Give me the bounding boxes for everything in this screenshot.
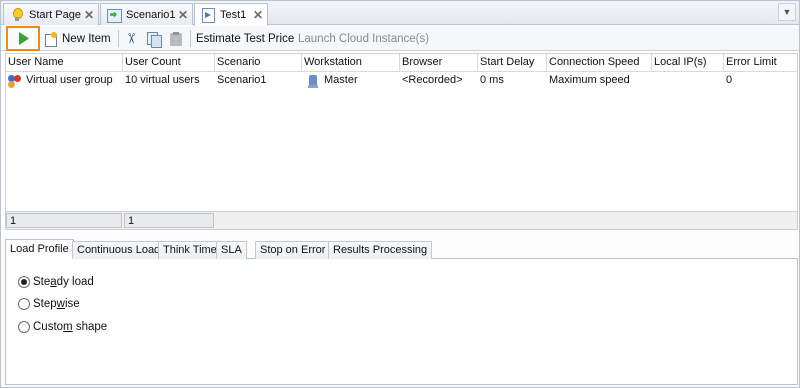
- load-profile-panel: Steady load Stepwise Custom shape: [5, 259, 798, 385]
- tab-label: Test1: [220, 9, 247, 21]
- close-icon[interactable]: ✕: [84, 8, 94, 22]
- tab-continuous-load[interactable]: Continuous Load: [72, 241, 166, 259]
- steady-load-label: Steady load: [33, 276, 94, 288]
- new-item-icon: [44, 32, 58, 47]
- browser-cell[interactable]: <Recorded>: [400, 72, 463, 89]
- column-header[interactable]: User Count: [123, 54, 215, 72]
- test-icon: [201, 8, 215, 23]
- copy-icon: [147, 32, 162, 48]
- stepwise-label: Stepwise: [33, 298, 80, 310]
- toolbar-separator: [118, 30, 119, 47]
- workstation-icon: [306, 74, 320, 88]
- workstation-cell[interactable]: Master: [304, 72, 358, 89]
- connection-speed-cell[interactable]: Maximum speed: [547, 72, 630, 89]
- estimate-test-price-button[interactable]: Estimate Test Price: [196, 30, 294, 48]
- scenario-icon: [107, 8, 122, 23]
- launch-cloud-instance-button[interactable]: Launch Cloud Instance(s): [298, 30, 429, 48]
- table-row[interactable]: Virtual user group 10 virtual users Scen…: [6, 72, 797, 89]
- error-limit-cell[interactable]: 0: [724, 72, 732, 89]
- new-item-button[interactable]: New Item: [44, 30, 111, 48]
- scenario-cell[interactable]: Scenario1: [215, 72, 267, 89]
- user-group-icon: [8, 74, 22, 88]
- tab-label: Scenario1: [126, 8, 176, 21]
- paste-button[interactable]: [169, 30, 183, 48]
- scissors-icon: [125, 32, 139, 46]
- tab-stop-on-error[interactable]: Stop on Error: [255, 241, 331, 259]
- chevron-down-icon[interactable]: ▼: [778, 3, 796, 21]
- paste-icon: [169, 32, 183, 46]
- radio-icon: [18, 298, 30, 310]
- cut-button[interactable]: [125, 30, 139, 48]
- copy-button[interactable]: [147, 30, 162, 48]
- close-icon[interactable]: ✕: [178, 8, 188, 22]
- footer-count: 1: [124, 213, 214, 228]
- document-tab-bar: Start Page ✕ Scenario1 ✕ Test1 ✕ ▼: [1, 1, 799, 26]
- custom-shape-label: Custom shape: [33, 321, 108, 333]
- custom-shape-radio[interactable]: Custom shape: [18, 320, 107, 334]
- close-icon[interactable]: ✕: [253, 8, 263, 22]
- settings-tab-bar: Load Profile Continuous Load Think Time …: [5, 239, 798, 260]
- tab-load-profile[interactable]: Load Profile: [5, 239, 74, 260]
- column-header[interactable]: Scenario: [215, 54, 302, 72]
- grid-footer: 1 1: [6, 211, 797, 229]
- tab-test1[interactable]: Test1 ✕: [194, 3, 268, 26]
- tab-start-page[interactable]: Start Page ✕: [3, 3, 99, 25]
- radio-selected-icon: [18, 276, 30, 288]
- user-groups-grid: User Name User Count Scenario Workstatio…: [5, 53, 798, 230]
- column-header[interactable]: User Name: [6, 54, 123, 72]
- column-header[interactable]: Error Limit: [724, 54, 797, 72]
- column-header[interactable]: Workstation: [302, 54, 400, 72]
- column-header[interactable]: Connection Speed: [547, 54, 652, 72]
- lightbulb-icon: [10, 7, 24, 22]
- radio-icon: [18, 321, 30, 333]
- column-header[interactable]: Start Delay: [478, 54, 547, 72]
- user-count-cell[interactable]: 10 virtual users: [123, 72, 200, 89]
- tab-scenario1[interactable]: Scenario1 ✕: [100, 3, 193, 25]
- footer-count: 1: [6, 213, 122, 228]
- toolbar-separator: [190, 30, 191, 47]
- column-header[interactable]: Local IP(s): [652, 54, 724, 72]
- user-name-cell[interactable]: Virtual user group: [6, 72, 113, 89]
- start-delay-cell[interactable]: 0 ms: [478, 72, 504, 89]
- tab-sla[interactable]: SLA: [216, 241, 247, 259]
- local-ip-cell[interactable]: [652, 72, 654, 89]
- tab-think-time[interactable]: Think Time: [158, 241, 222, 259]
- stepwise-radio[interactable]: Stepwise: [18, 297, 80, 311]
- new-item-label: New Item: [62, 33, 111, 45]
- tab-label: Start Page: [29, 8, 81, 21]
- run-button[interactable]: [6, 26, 40, 51]
- column-header[interactable]: Browser: [400, 54, 478, 72]
- toolbar: New Item Estimate Test Price Launch Clou…: [1, 26, 799, 51]
- grid-header: User Name User Count Scenario Workstatio…: [6, 54, 797, 72]
- steady-load-radio[interactable]: Steady load: [18, 275, 94, 289]
- tab-results-processing[interactable]: Results Processing: [328, 241, 433, 259]
- window-frame: Start Page ✕ Scenario1 ✕ Test1 ✕ ▼ New I…: [0, 0, 800, 388]
